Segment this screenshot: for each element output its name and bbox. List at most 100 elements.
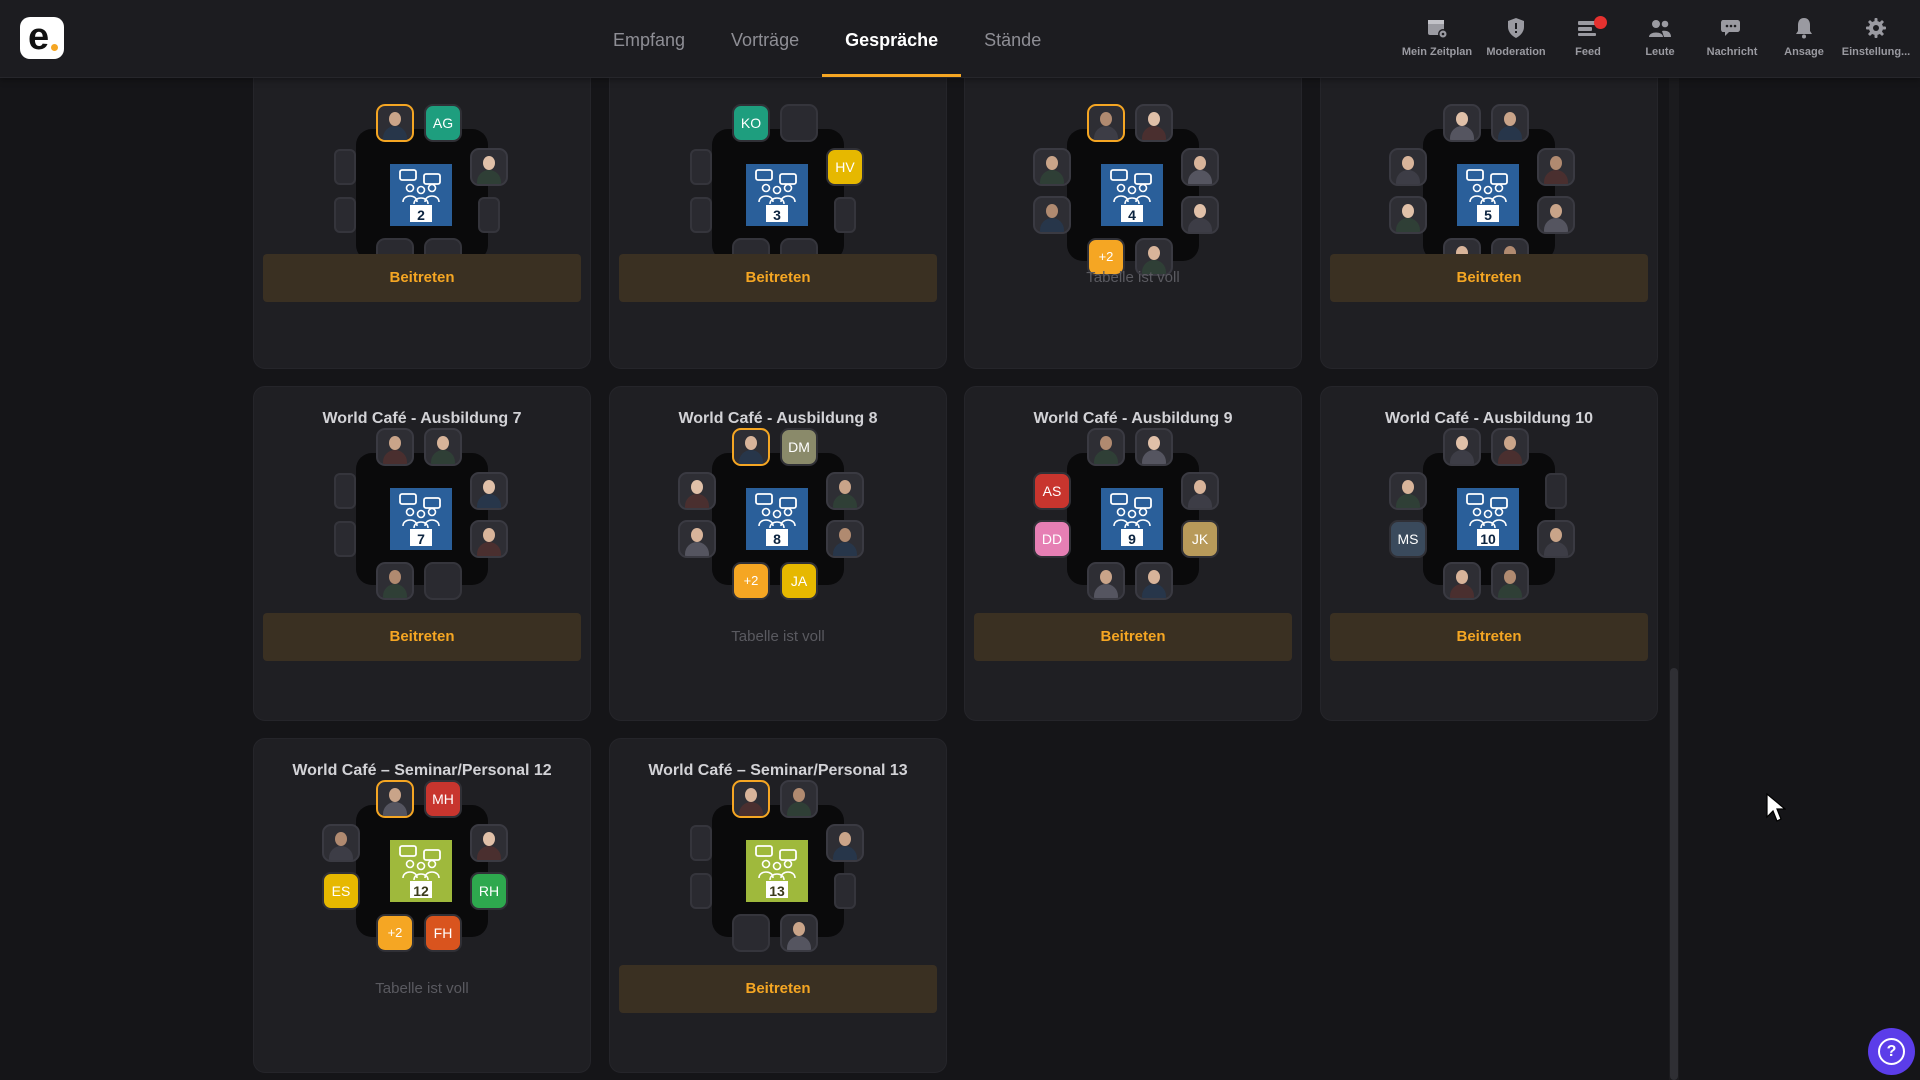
toolbar-ansage[interactable]: Ansage: [1768, 0, 1840, 77]
avatar-icon: [1194, 156, 1206, 170]
table-icon: 5: [1457, 164, 1519, 226]
avatar-icon: [691, 480, 703, 494]
toolbar-leute[interactable]: Leute: [1624, 0, 1696, 77]
toolbar-feed[interactable]: Feed: [1552, 0, 1624, 77]
toolbar-nachricht[interactable]: Nachricht: [1696, 0, 1768, 77]
seat-occupied[interactable]: [376, 780, 414, 818]
app-logo[interactable]: e: [20, 17, 64, 59]
seat-occupied[interactable]: [470, 520, 508, 558]
join-button[interactable]: Beitreten: [974, 613, 1292, 661]
seat-occupied[interactable]: [1135, 428, 1173, 466]
seat-occupied[interactable]: [1135, 104, 1173, 142]
seat-initials[interactable]: FH: [424, 914, 462, 952]
seat-occupied[interactable]: [470, 148, 508, 186]
avatar-body: [1040, 170, 1064, 184]
avatar-icon: [745, 788, 757, 802]
avatar-icon: [389, 436, 401, 450]
more-participants-badge[interactable]: +2: [732, 562, 770, 600]
seat-occupied[interactable]: [1389, 472, 1427, 510]
table-icon: 2: [390, 164, 452, 226]
seat-occupied[interactable]: [678, 472, 716, 510]
seat-initials[interactable]: DD: [1033, 520, 1071, 558]
help-button[interactable]: ?: [1868, 1028, 1915, 1075]
join-button[interactable]: Beitreten: [263, 254, 581, 302]
seat-occupied[interactable]: [470, 472, 508, 510]
join-button[interactable]: Beitreten: [619, 965, 937, 1013]
seat-occupied[interactable]: [376, 562, 414, 600]
avatar-body: [1544, 170, 1568, 184]
seat-occupied[interactable]: [1491, 428, 1529, 466]
seat-occupied[interactable]: [826, 824, 864, 862]
toolbar-einstellungen[interactable]: Einstellung...: [1840, 0, 1912, 77]
seat-occupied[interactable]: [376, 104, 414, 142]
seat-occupied[interactable]: [1537, 148, 1575, 186]
seat-empty: [690, 197, 712, 233]
seat-initials[interactable]: RH: [470, 872, 508, 910]
seat-initials[interactable]: JK: [1181, 520, 1219, 558]
seat-occupied[interactable]: [1389, 196, 1427, 234]
seat-occupied[interactable]: [470, 824, 508, 862]
seat-occupied[interactable]: [424, 428, 462, 466]
seat-occupied[interactable]: [826, 472, 864, 510]
tab-gespraeche[interactable]: Gespräche: [822, 0, 962, 77]
seat-initials[interactable]: ES: [322, 872, 360, 910]
scrollbar-thumb[interactable]: [1670, 668, 1678, 1080]
avatar-icon: [437, 436, 449, 450]
seat-occupied[interactable]: [1181, 148, 1219, 186]
tab-empfang[interactable]: Empfang: [590, 0, 708, 77]
join-button[interactable]: Beitreten: [619, 254, 937, 302]
more-participants-badge[interactable]: +2: [376, 914, 414, 952]
seat-occupied[interactable]: [1087, 428, 1125, 466]
toolbar-moderation[interactable]: Moderation: [1480, 0, 1552, 77]
seat-initials[interactable]: JA: [780, 562, 818, 600]
seat-initials[interactable]: MH: [424, 780, 462, 818]
seat-initials[interactable]: KO: [732, 104, 770, 142]
tab-vortraege[interactable]: Vorträge: [708, 0, 822, 77]
seat-occupied[interactable]: [1443, 428, 1481, 466]
seat-occupied[interactable]: [826, 520, 864, 558]
toolbar-mein-zeitplan[interactable]: Mein Zeitplan: [1394, 0, 1480, 77]
avatar-body: [787, 802, 811, 816]
seat-initials[interactable]: DM: [780, 428, 818, 466]
seat-initials[interactable]: AG: [424, 104, 462, 142]
seat-occupied[interactable]: [1087, 562, 1125, 600]
seat-occupied[interactable]: [732, 428, 770, 466]
seat-occupied[interactable]: [1537, 520, 1575, 558]
join-button[interactable]: Beitreten: [1330, 254, 1648, 302]
seat-occupied[interactable]: [780, 780, 818, 818]
seat-occupied[interactable]: [1537, 196, 1575, 234]
seat-occupied[interactable]: [1491, 562, 1529, 600]
avatar-body: [1142, 450, 1166, 464]
seat-occupied[interactable]: [678, 520, 716, 558]
seat-occupied[interactable]: [1033, 196, 1071, 234]
seat-occupied[interactable]: [1181, 472, 1219, 510]
seat-occupied[interactable]: [376, 428, 414, 466]
seat-initials[interactable]: HV: [826, 148, 864, 186]
toolbar-label: Einstellung...: [1841, 46, 1911, 58]
seat-occupied[interactable]: [1443, 104, 1481, 142]
table-number: 13: [769, 883, 785, 899]
seat-occupied[interactable]: [322, 824, 360, 862]
seat-occupied[interactable]: [732, 780, 770, 818]
toolbar-label: Ansage: [1784, 46, 1824, 58]
avatar-icon: [1194, 480, 1206, 494]
seat-occupied[interactable]: [1181, 196, 1219, 234]
seat-occupied[interactable]: [1443, 562, 1481, 600]
seat-empty: [780, 104, 818, 142]
avatar-body: [1450, 126, 1474, 140]
seat-initials[interactable]: MS: [1389, 520, 1427, 558]
scrollbar[interactable]: [1669, 78, 1679, 1080]
seat-occupied[interactable]: [1087, 104, 1125, 142]
tab-staende[interactable]: Stände: [961, 0, 1064, 77]
seat-occupied[interactable]: [1135, 562, 1173, 600]
mouse-cursor-icon: [1766, 793, 1786, 822]
seat-occupied[interactable]: [1491, 104, 1529, 142]
join-button[interactable]: Beitreten: [263, 613, 581, 661]
seat-occupied[interactable]: [1389, 148, 1427, 186]
join-button[interactable]: Beitreten: [1330, 613, 1648, 661]
avatar-body: [477, 846, 501, 860]
seat-occupied[interactable]: [1033, 148, 1071, 186]
seat-occupied[interactable]: [780, 914, 818, 952]
table-card: World Café - Ausbildung 7 7 Beitreten: [253, 386, 591, 721]
seat-initials[interactable]: AS: [1033, 472, 1071, 510]
